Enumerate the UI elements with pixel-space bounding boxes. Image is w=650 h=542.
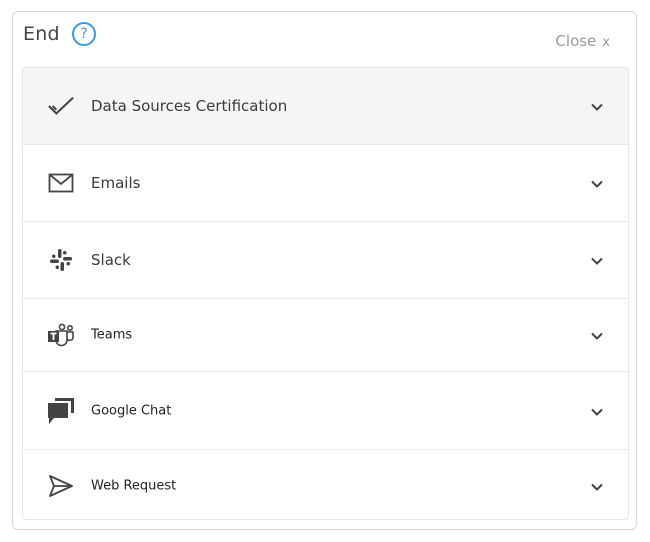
chevron-down-icon [590, 328, 604, 342]
chat-bubbles-icon [47, 397, 75, 425]
slack-icon [47, 246, 75, 274]
item-label: Google Chat [91, 403, 172, 418]
teams-icon [47, 321, 75, 349]
item-label: Teams [91, 327, 133, 343]
envelope-icon [47, 169, 75, 197]
panel-title: End [23, 23, 60, 45]
list-item-slack[interactable]: Slack [23, 222, 628, 299]
help-icon[interactable]: ? [72, 22, 96, 46]
item-label: Web Request [91, 478, 177, 493]
item-label: Data Sources Certification [91, 97, 288, 115]
panel-header: End ? Close x [13, 12, 636, 68]
end-panel: End ? Close x Data Sources Certification … [12, 11, 637, 530]
paper-plane-icon [47, 472, 75, 500]
item-label: Slack [91, 251, 131, 269]
chevron-down-icon [590, 99, 604, 113]
item-label: Emails [91, 174, 141, 192]
action-list: Data Sources Certification Emails Slack … [22, 67, 629, 520]
close-label: Close [555, 32, 597, 50]
list-item-google-chat[interactable]: Google Chat [23, 372, 628, 450]
chevron-down-icon [590, 176, 604, 190]
list-item-data-sources-certification[interactable]: Data Sources Certification [23, 68, 628, 145]
chevron-down-icon [590, 479, 604, 493]
list-item-web-request[interactable]: Web Request [23, 450, 628, 519]
close-button[interactable]: Close x [555, 32, 610, 50]
list-item-emails[interactable]: Emails [23, 145, 628, 222]
chevron-down-icon [590, 404, 604, 418]
list-item-teams[interactable]: Teams [23, 299, 628, 372]
chevron-down-icon [590, 253, 604, 267]
checkmark-icon [47, 92, 75, 120]
close-icon: x [602, 35, 610, 50]
